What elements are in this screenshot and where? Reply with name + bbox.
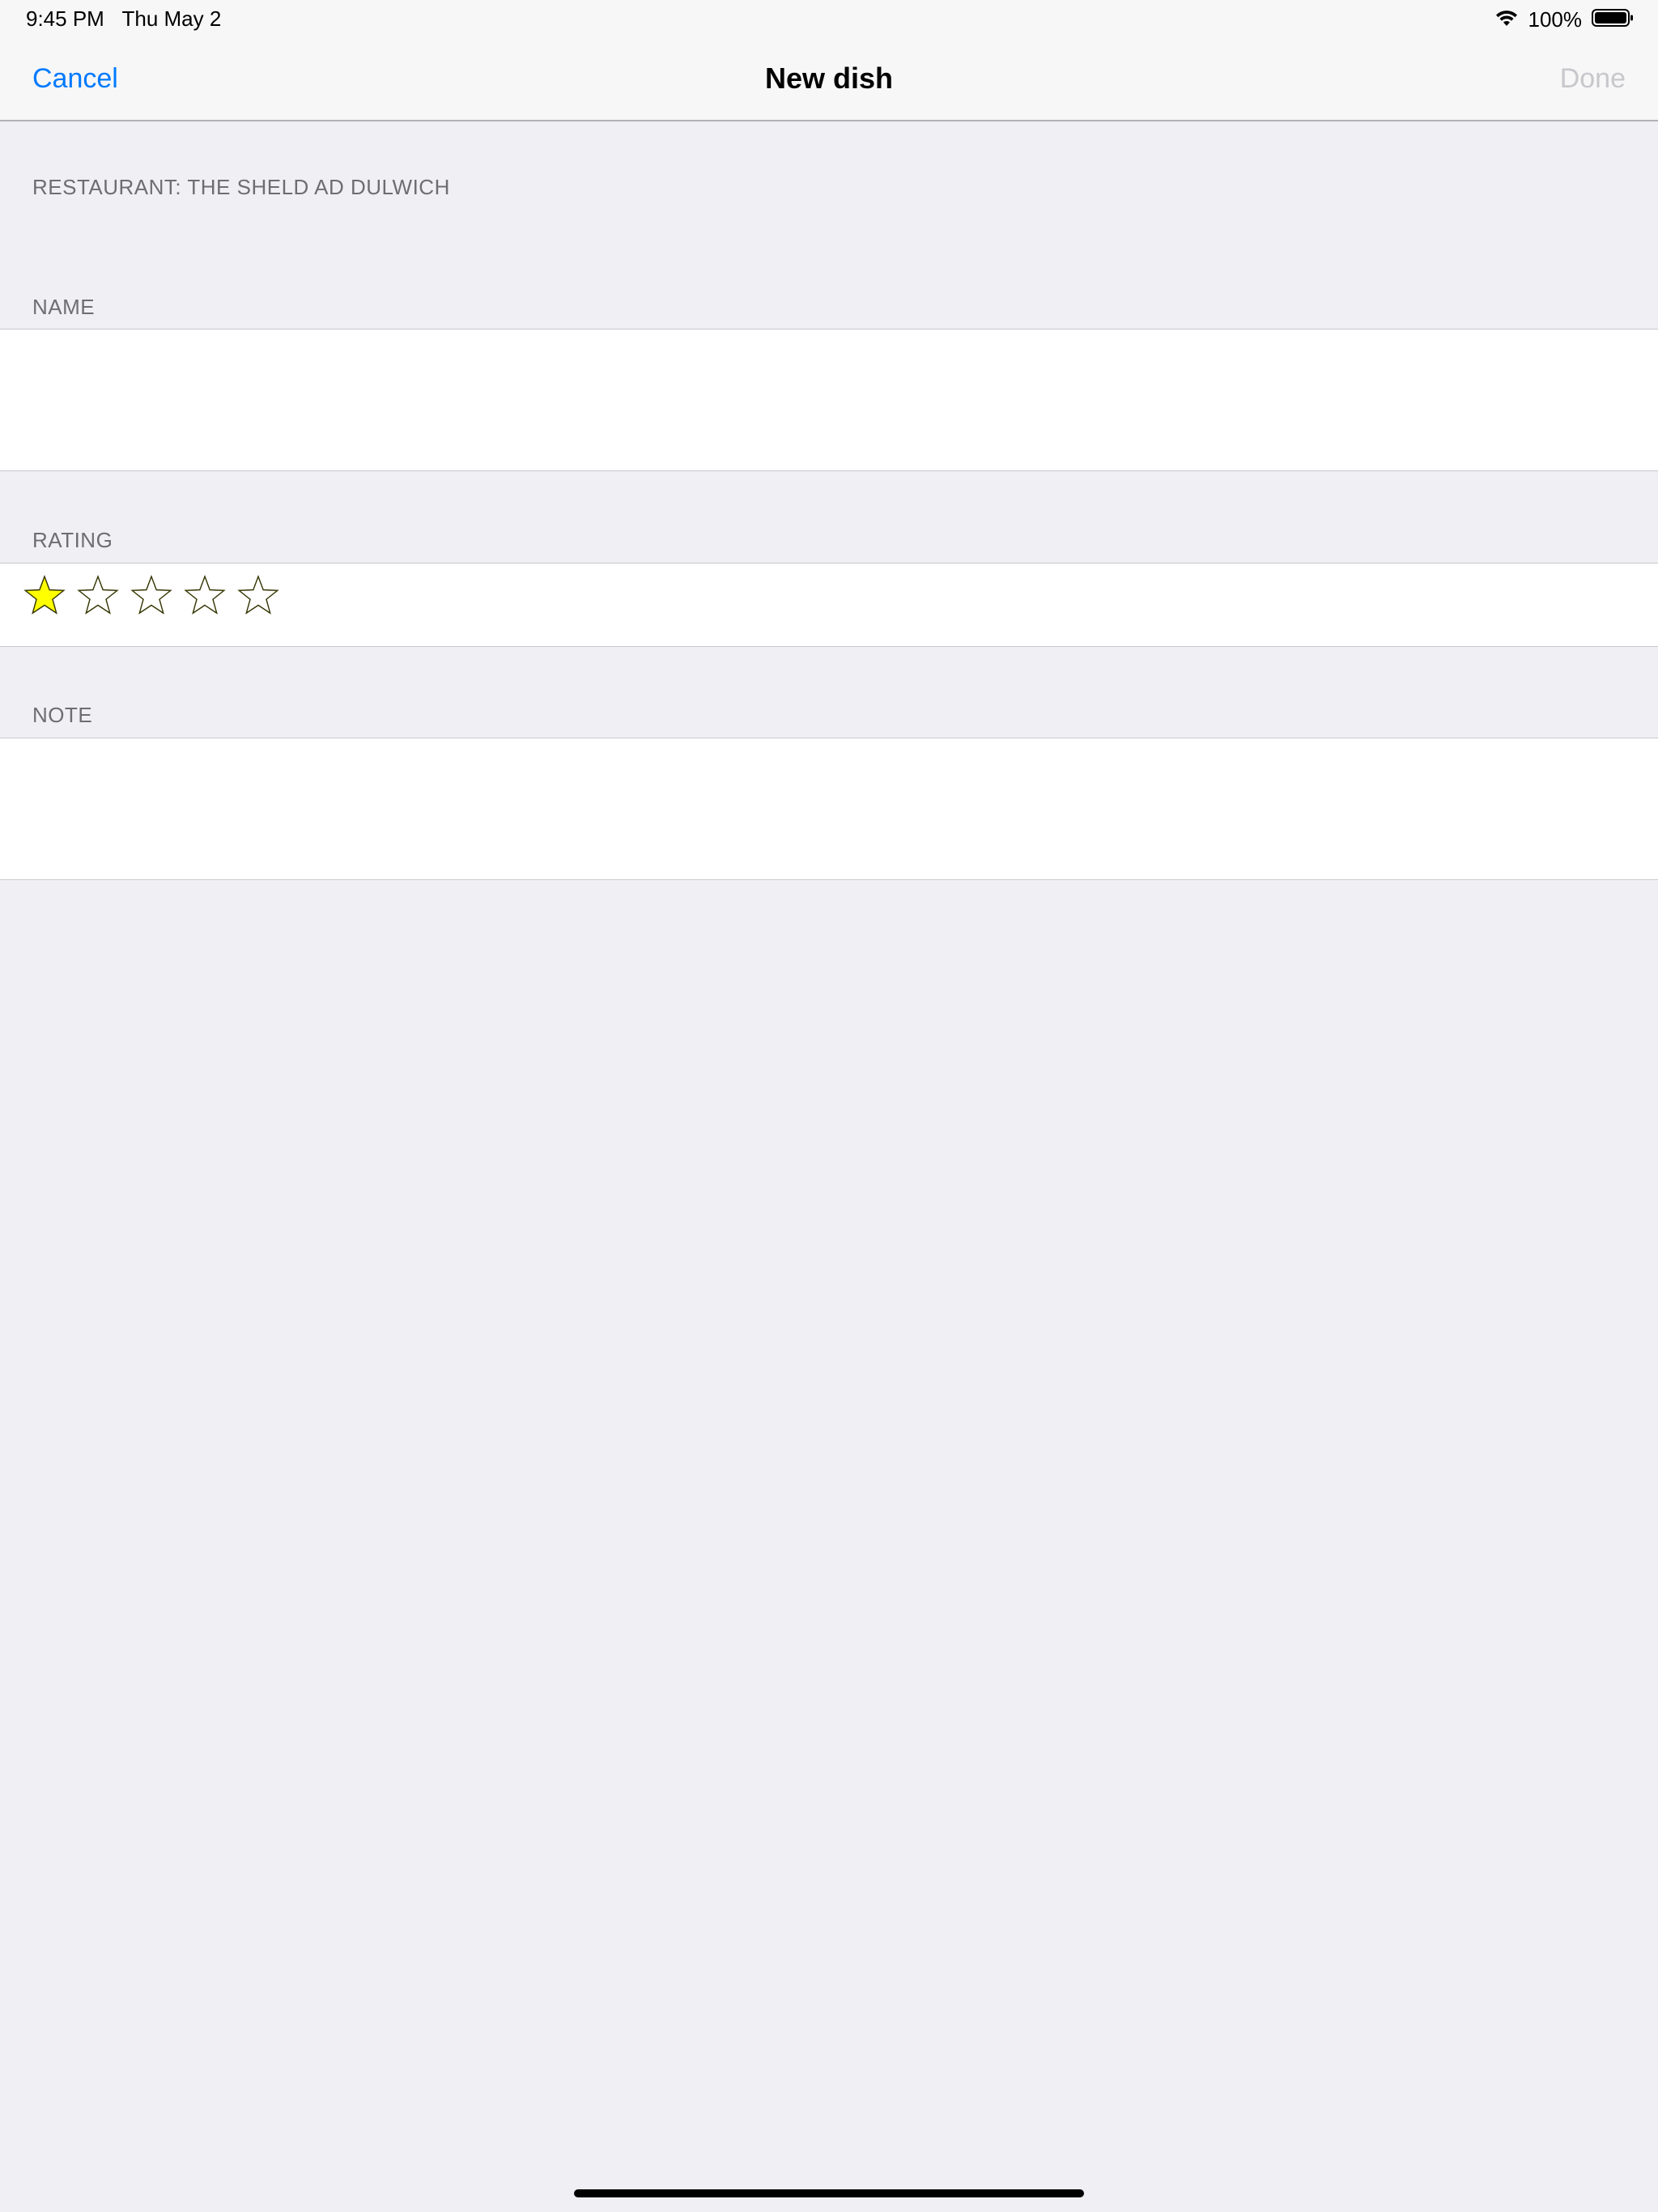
star-icon[interactable] bbox=[236, 573, 280, 617]
note-cell bbox=[0, 738, 1658, 880]
wifi-icon bbox=[1494, 8, 1519, 32]
note-section-header: NOTE bbox=[32, 703, 93, 727]
name-section-header: NAME bbox=[32, 295, 96, 319]
battery-icon bbox=[1592, 8, 1634, 32]
rating-cell bbox=[0, 563, 1658, 647]
name-cell bbox=[0, 329, 1658, 471]
battery-percent: 100% bbox=[1528, 6, 1583, 32]
status-time: 9:45 PM Thu May 2 bbox=[26, 6, 221, 32]
star-rating-control[interactable] bbox=[23, 573, 280, 617]
star-icon[interactable] bbox=[183, 573, 227, 617]
page-title: New dish bbox=[764, 62, 894, 95]
rating-section-header: RATING bbox=[32, 528, 113, 552]
name-input[interactable] bbox=[32, 330, 1626, 470]
star-icon[interactable] bbox=[130, 573, 173, 617]
star-icon[interactable] bbox=[23, 573, 66, 617]
home-indicator bbox=[574, 2189, 1084, 2197]
restaurant-label: RESTAURANT: THE SHELD AD DULWICH bbox=[32, 175, 450, 199]
navigation-bar: 9:45 PM Thu May 2 100% Cancel New dish D… bbox=[0, 0, 1658, 121]
star-icon[interactable] bbox=[76, 573, 120, 617]
done-button[interactable]: Done bbox=[1560, 63, 1626, 95]
status-date-text: Thu May 2 bbox=[121, 6, 222, 31]
note-input[interactable] bbox=[32, 738, 1626, 879]
status-time-text: 9:45 PM bbox=[26, 6, 104, 31]
status-bar: 9:45 PM Thu May 2 100% bbox=[0, 0, 1658, 39]
status-indicators: 100% bbox=[1494, 6, 1635, 32]
